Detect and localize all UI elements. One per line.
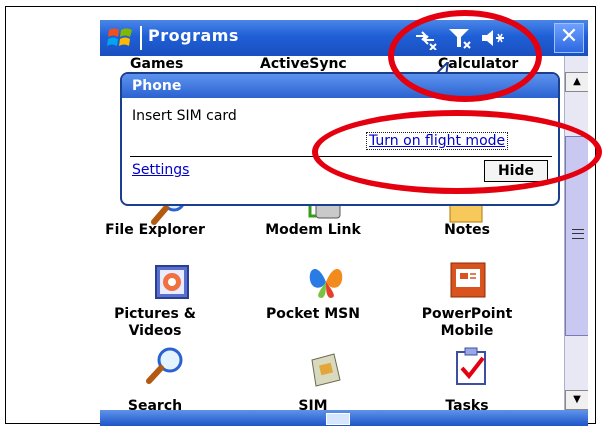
phone-notification-bubble: Phone Insert SIM card Turn on flight mod… <box>120 72 560 206</box>
program-label-pocket-msn[interactable]: Pocket MSN <box>258 306 368 323</box>
vertical-scrollbar[interactable]: ▲ ▼ <box>564 56 588 410</box>
connectivity-icon[interactable] <box>412 26 438 50</box>
program-label-notes[interactable]: Notes <box>412 222 522 239</box>
start-flag-icon[interactable] <box>106 24 136 52</box>
search-icon[interactable] <box>146 346 186 386</box>
sim-card-icon[interactable] <box>304 350 344 390</box>
hide-button[interactable]: Hide <box>484 160 548 182</box>
bubble-message: Insert SIM card <box>132 108 237 124</box>
page-title: Programs <box>148 26 239 45</box>
program-label-modem-link[interactable]: Modem Link <box>258 222 368 239</box>
bubble-title: Phone <box>122 74 558 98</box>
program-label-file-explorer[interactable]: File Explorer <box>100 222 210 239</box>
signal-icon[interactable] <box>446 26 472 50</box>
softkey-bar <box>100 410 588 426</box>
turn-on-flight-mode-link[interactable]: Turn on flight mode <box>366 132 509 150</box>
close-button[interactable]: ✕ <box>554 23 584 53</box>
scroll-down-button[interactable]: ▼ <box>565 390 588 410</box>
scroll-up-button[interactable]: ▲ <box>565 72 588 92</box>
volume-icon[interactable] <box>480 26 506 50</box>
scroll-grip-icon <box>572 229 584 239</box>
program-label-games[interactable]: Games <box>130 56 183 72</box>
title-separator <box>140 26 142 50</box>
pictures-icon[interactable] <box>152 262 192 302</box>
program-label-powerpoint-mobile[interactable]: PowerPoint Mobile <box>412 306 522 340</box>
msn-butterfly-icon[interactable] <box>306 260 346 300</box>
settings-link[interactable]: Settings <box>132 162 189 178</box>
title-bar: Programs ✕ <box>100 20 588 56</box>
device-screen: Programs ✕ Games ActiveSync Calculator ▲… <box>100 20 588 426</box>
bubble-divider <box>130 156 552 157</box>
powerpoint-icon[interactable] <box>448 260 488 300</box>
tasks-icon[interactable] <box>452 346 492 386</box>
keyboard-icon[interactable] <box>326 413 350 425</box>
program-label-activesync[interactable]: ActiveSync <box>260 56 347 72</box>
scroll-thumb[interactable] <box>565 136 588 336</box>
program-label-pictures-videos[interactable]: Pictures & Videos <box>100 306 210 340</box>
